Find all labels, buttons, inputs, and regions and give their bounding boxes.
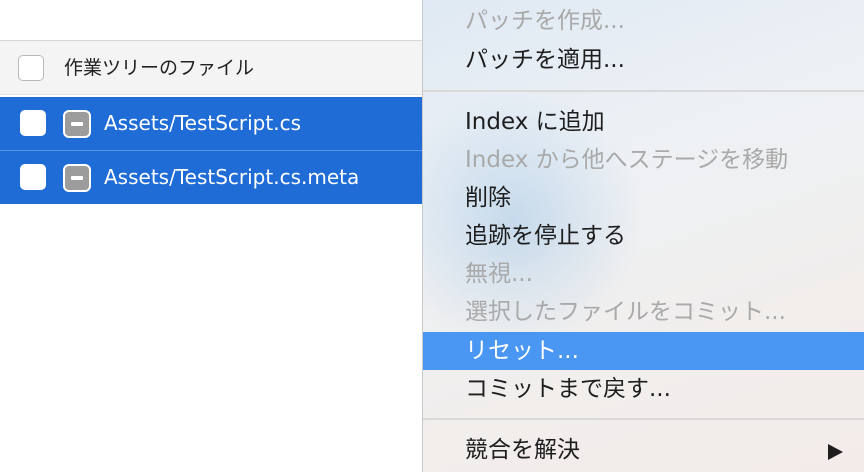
chevron-right-icon: [828, 444, 843, 460]
menu-item-reset[interactable]: リセット...: [423, 332, 864, 370]
menu-item-move-stage[interactable]: Index から他へステージを移動: [423, 141, 864, 179]
file-row[interactable]: Assets/TestScript.cs.meta: [0, 150, 430, 204]
context-menu: パッチを作成... パッチを適用... Index に追加 Index から他へ…: [422, 0, 864, 472]
menu-item-commit-selected[interactable]: 選択したファイルをコミット...: [423, 293, 864, 331]
menu-item-add-to-index[interactable]: Index に追加: [423, 103, 864, 141]
menu-item-stop-tracking[interactable]: 追跡を停止する: [423, 217, 864, 255]
menu-item-delete[interactable]: 削除: [423, 179, 864, 217]
file-list-header: 作業ツリーのファイル: [0, 40, 430, 95]
menu-item-revert-to-commit[interactable]: コミットまで戻す...: [423, 370, 864, 408]
menu-separator: [423, 418, 864, 420]
file-checkbox[interactable]: [20, 164, 46, 190]
file-row[interactable]: Assets/TestScript.cs: [0, 97, 430, 151]
menu-item-resolve-conflicts[interactable]: 競合を解決: [423, 431, 864, 469]
removed-status-icon: [63, 164, 91, 192]
menu-item-resolve-conflicts-label: 競合を解決: [465, 437, 580, 463]
panel-top-area: [0, 0, 430, 40]
file-list-panel: 作業ツリーのファイル Assets/TestScript.cs Assets/T…: [0, 0, 430, 472]
removed-status-icon: [63, 110, 91, 138]
file-checkbox[interactable]: [20, 110, 46, 136]
menu-item-apply-patch[interactable]: パッチを適用...: [423, 41, 864, 79]
file-name: Assets/TestScript.cs.meta: [104, 165, 360, 189]
file-name: Assets/TestScript.cs: [104, 111, 301, 135]
menu-item-create-patch[interactable]: パッチを作成...: [423, 2, 864, 40]
menu-item-ignore[interactable]: 無視...: [423, 255, 864, 293]
select-all-checkbox[interactable]: [18, 55, 44, 81]
menu-separator: [423, 90, 864, 92]
file-list-header-label: 作業ツリーのファイル: [64, 57, 255, 79]
